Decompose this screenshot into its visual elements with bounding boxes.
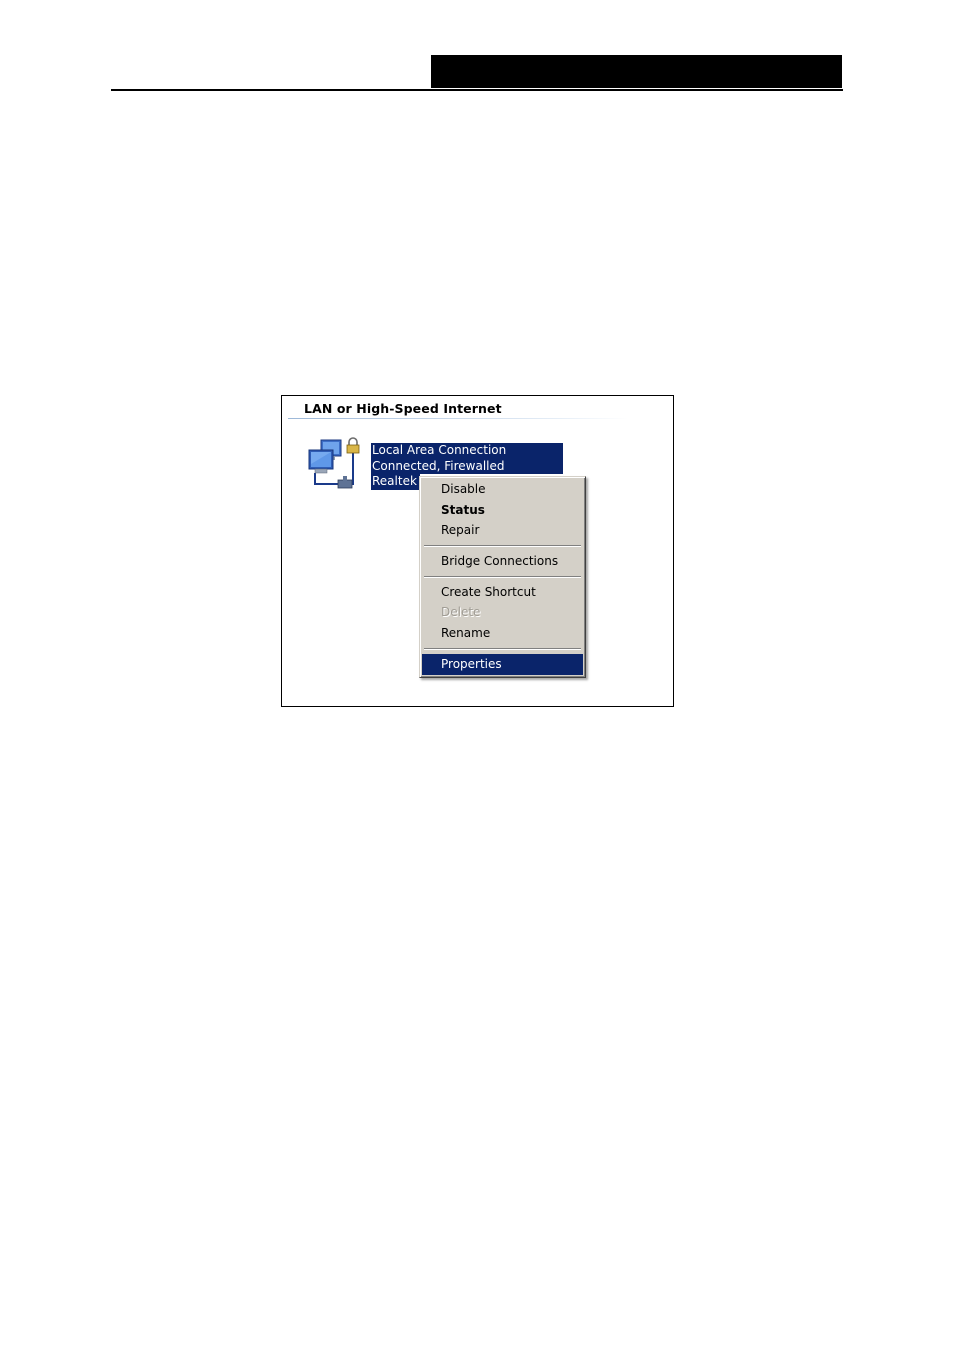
menu-item-delete: Delete xyxy=(441,605,481,620)
network-connections-window: LAN or High-Speed Internet Local Area Co… xyxy=(281,395,674,707)
menu-separator xyxy=(422,572,583,582)
menu-separator xyxy=(422,644,583,654)
menu-item-properties[interactable]: Properties xyxy=(422,653,583,675)
document-header-bar xyxy=(431,55,842,88)
menu-item-bridge-connections[interactable]: Bridge Connections xyxy=(422,551,583,572)
menu-separator xyxy=(422,541,583,551)
document-header-rule xyxy=(111,89,843,91)
menu-item-create-shortcut[interactable]: Create Shortcut xyxy=(422,582,583,603)
menu-item-repair[interactable]: Repair xyxy=(422,520,583,541)
group-header: LAN or High-Speed Internet xyxy=(304,401,502,416)
group-header-divider xyxy=(288,418,628,419)
menu-item-disable[interactable]: Disable xyxy=(422,479,583,500)
connection-name: Local Area Connection xyxy=(371,443,563,459)
context-menu: Disable Status Repair Bridge Connections… xyxy=(419,476,586,678)
connection-status: Connected, Firewalled xyxy=(371,458,563,474)
menu-item-status[interactable]: Status xyxy=(422,500,583,521)
network-connection-lock-icon[interactable] xyxy=(307,436,365,494)
connection-device: Realtek xyxy=(371,474,420,490)
menu-item-rename[interactable]: Rename xyxy=(422,623,583,644)
